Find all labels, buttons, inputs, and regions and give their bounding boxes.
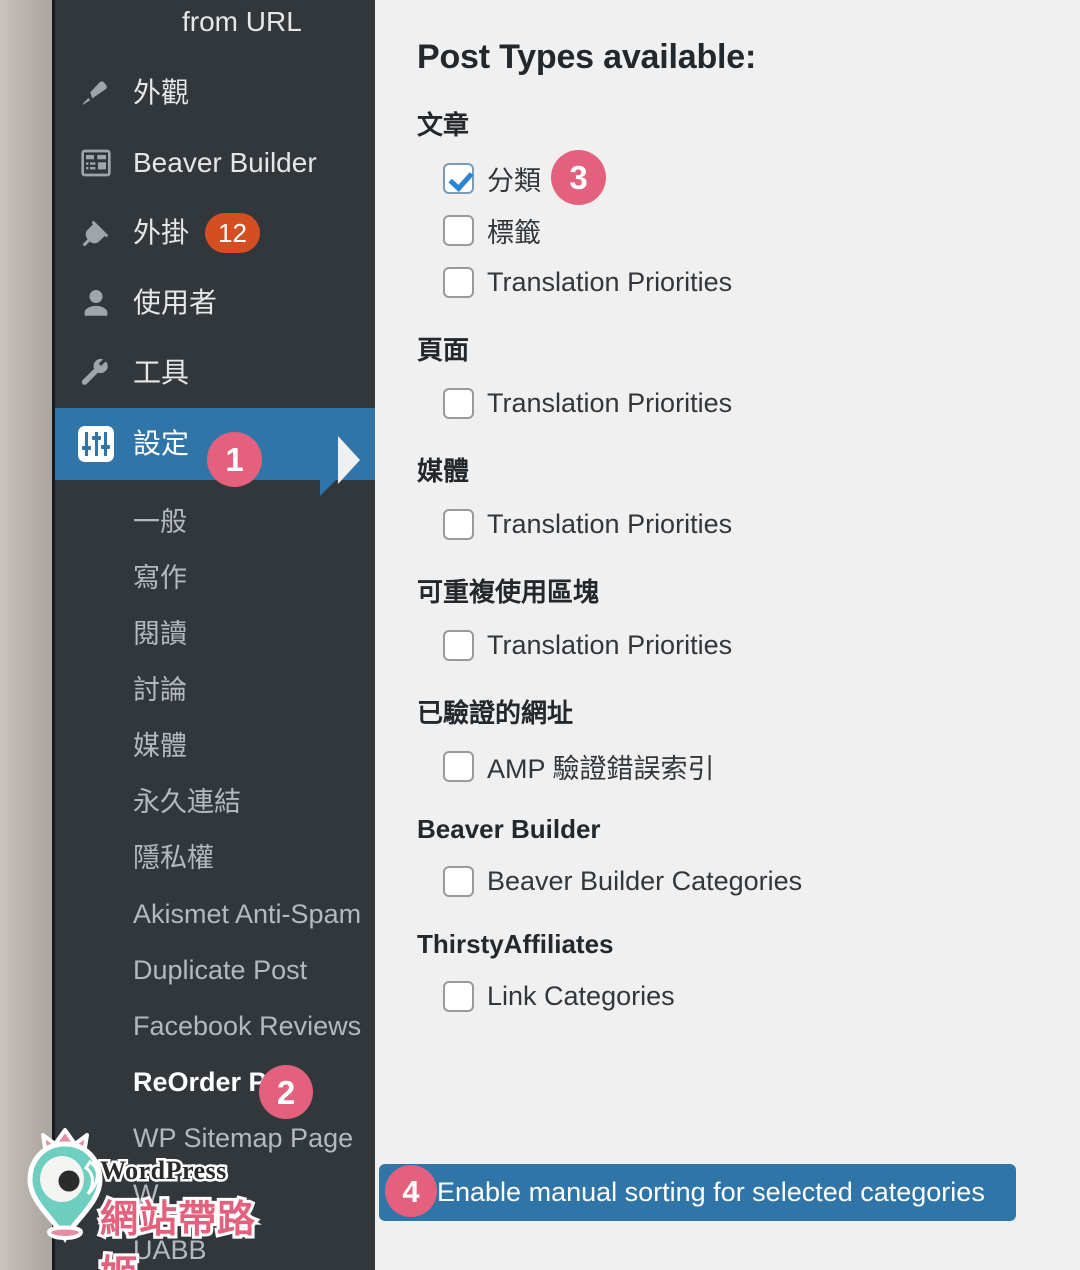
post-type-group-validated-urls: 已驗證的網址 AMP 驗證錯誤索引 [417,693,1050,792]
sidebar-item-beaver-builder[interactable]: Beaver Builder [55,128,375,198]
checkbox-amp-validation-error-index[interactable] [443,750,474,782]
checkbox-translation-priorities-blocks[interactable] [443,629,474,661]
group-heading: 文章 [417,110,470,140]
admin-sidebar: from URL 外觀 Beaver Builder 外掛 12 使用者 工具 … [55,0,375,1270]
checkbox-category[interactable] [443,162,474,194]
checkbox-tag[interactable] [443,214,474,246]
sidebar-item-label: 外掛 [133,217,190,248]
sidebar-item-label: Beaver Builder [133,147,317,178]
sidebar-item-plugins[interactable]: 外掛 12 [55,198,375,268]
submenu-item-akismet[interactable]: Akismet Anti-Spam [55,886,375,942]
taxonomy-option-row[interactable]: 分類 [417,152,1050,204]
group-heading: Beaver Builder [417,814,601,844]
settings-row-pointer-notch [338,436,360,484]
checkbox-label: Translation Priorities [487,266,733,297]
step-badge-3: 3 [551,150,606,205]
post-type-group-posts: 文章 分類 標籤 Translation Priorities [417,105,1050,308]
plugin-update-count-badge: 12 [205,213,260,253]
wrench-icon [75,352,117,394]
submenu-item-uabb[interactable]: UABB [55,1222,375,1270]
wordpress-admin-screen: from URL 外觀 Beaver Builder 外掛 12 使用者 工具 … [0,0,1080,1270]
brush-icon [75,72,117,114]
desktop-background-strip [0,0,55,1270]
settings-sliders-icon [75,423,117,465]
checkbox-translation-priorities-posts[interactable] [443,266,474,298]
post-type-group-media: 媒體 Translation Priorities [417,451,1050,550]
submenu-item-permalinks[interactable]: 永久連結 [55,774,375,830]
submenu-item-duplicate-post[interactable]: Duplicate Post [55,942,375,998]
taxonomy-option-row[interactable]: AMP 驗證錯誤索引 [417,740,1050,792]
submenu-item-writing[interactable]: 寫作 [55,550,375,606]
submenu-item-reading[interactable]: 閱讀 [55,606,375,662]
checkbox-translation-priorities-pages[interactable] [443,387,474,419]
group-heading: 媒體 [417,456,470,486]
submenu-item-general[interactable]: 一般 [55,494,375,550]
checkbox-label: 標籤 [487,217,541,248]
sidebar-item-appearance[interactable]: 外觀 [55,58,375,128]
layout-icon [75,142,117,184]
submenu-item-media[interactable]: 媒體 [55,718,375,774]
group-heading: ThirstyAffiliates [417,929,614,959]
sidebar-item-label: 使用者 [133,287,218,318]
settings-submenu: 一般 寫作 閱讀 討論 媒體 永久連結 隱私權 Akismet Anti-Spa… [55,480,375,1270]
page-title: Post Types available: [417,38,757,76]
checkbox-label: 分類 [487,165,541,196]
step-badge-1: 1 [207,432,262,487]
submenu-item-w[interactable]: W [55,1166,375,1222]
post-type-group-beaver-builder: Beaver Builder Beaver Builder Categories [417,814,1050,907]
submenu-item-privacy[interactable]: 隱私權 [55,830,375,886]
sidebar-item-label: from URL [182,6,302,37]
step-badge-4: 4 [385,1165,437,1217]
post-type-group-reusable-blocks: 可重複使用區塊 Translation Priorities [417,572,1050,671]
taxonomy-option-row[interactable]: Translation Priorities [417,498,1050,550]
sidebar-item-truncated-top[interactable]: from URL [55,0,375,58]
checkbox-label: Translation Priorities [487,387,733,418]
sidebar-item-users[interactable]: 使用者 [55,268,375,338]
checkbox-translation-priorities-media[interactable] [443,508,474,540]
sidebar-item-tools[interactable]: 工具 [55,338,375,408]
submenu-item-wp-sitemap-page[interactable]: WP Sitemap Page [55,1110,375,1166]
checkbox-label: AMP 驗證錯誤索引 [487,753,715,784]
group-heading: 已驗證的網址 [417,698,574,728]
group-heading: 頁面 [417,335,470,365]
post-type-group-thirstyaffiliates: ThirstyAffiliates Link Categories [417,929,1050,1022]
taxonomy-option-row[interactable]: 標籤 [417,204,1050,256]
taxonomy-option-row[interactable]: Link Categories [417,970,1050,1022]
sidebar-item-label: 設定 [133,428,190,459]
post-type-group-pages: 頁面 Translation Priorities [417,330,1050,429]
main-content: Post Types available: 文章 分類 標籤 Translati… [375,0,1080,1270]
taxonomy-option-row[interactable]: Translation Priorities [417,619,1050,671]
submenu-item-discussion[interactable]: 討論 [55,662,375,718]
checkbox-label: Translation Priorities [487,629,733,660]
taxonomy-option-row[interactable]: Beaver Builder Categories [417,855,1050,907]
checkbox-label: Beaver Builder Categories [487,865,803,896]
plug-icon [75,212,117,254]
step-badge-2: 2 [259,1065,313,1119]
sidebar-item-label: 外觀 [133,77,190,108]
group-heading: 可重複使用區塊 [417,577,600,607]
enable-manual-sorting-button[interactable]: Enable manual sorting for selected categ… [379,1164,1016,1221]
user-icon [75,282,117,324]
submenu-item-facebook-reviews[interactable]: Facebook Reviews [55,998,375,1054]
taxonomy-option-row[interactable]: Translation Priorities [417,377,1050,429]
submenu-item-reorder-post[interactable]: ReOrder Post [55,1054,375,1110]
taxonomy-option-row[interactable]: Translation Priorities [417,256,1050,308]
checkbox-link-categories[interactable] [443,980,474,1012]
checkbox-label: Link Categories [487,980,675,1011]
checkbox-beaver-builder-categories[interactable] [443,865,474,897]
sidebar-item-label: 工具 [133,357,190,388]
checkbox-label: Translation Priorities [487,508,733,539]
